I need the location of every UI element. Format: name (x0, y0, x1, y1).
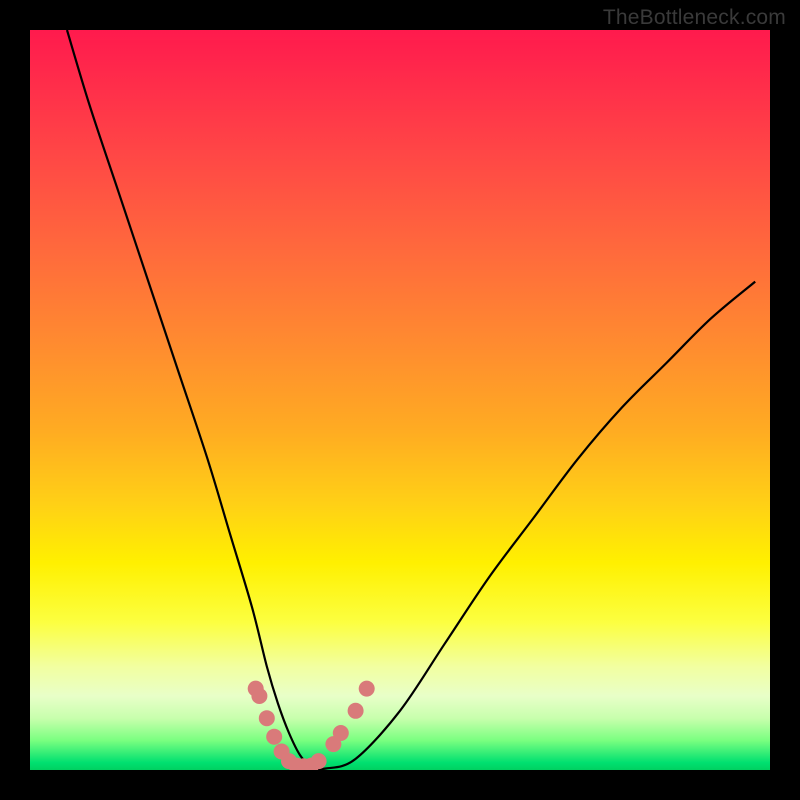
chart-frame: TheBottleneck.com (0, 0, 800, 800)
valley-dot (259, 710, 275, 726)
valley-dot (333, 725, 349, 741)
plot-area (30, 30, 770, 770)
curve-path (67, 30, 755, 769)
valley-dot (266, 729, 282, 745)
watermark-text: TheBottleneck.com (603, 6, 786, 30)
valley-dot (311, 753, 327, 769)
valley-dot (359, 681, 375, 697)
valley-dot (251, 688, 267, 704)
curve-svg (30, 30, 770, 770)
valley-dots-group (248, 681, 375, 770)
valley-dot (348, 703, 364, 719)
